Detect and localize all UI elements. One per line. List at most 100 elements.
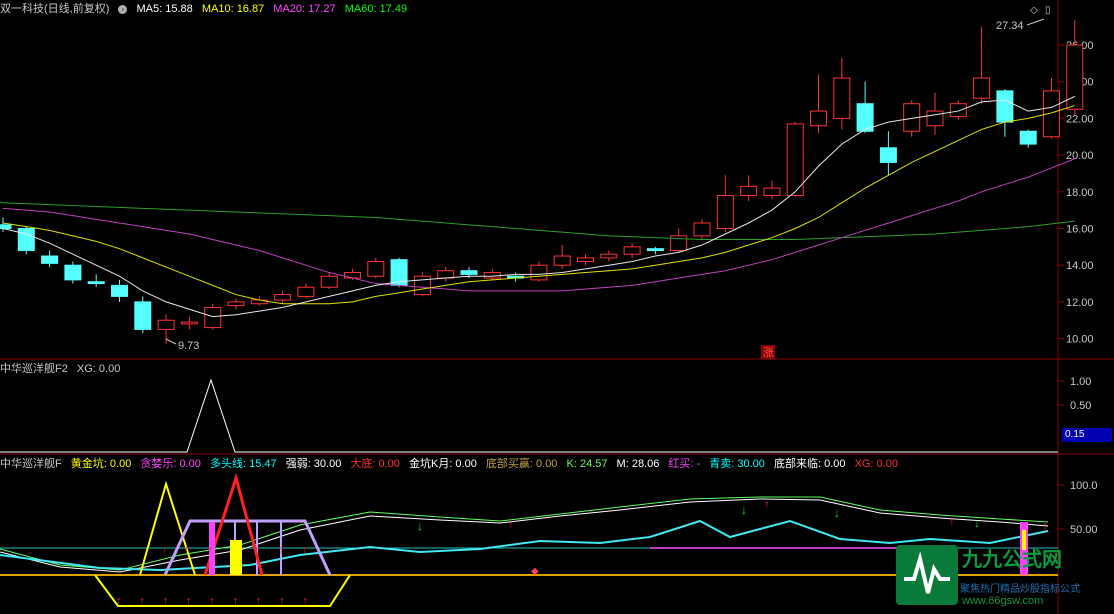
buy-arrow-icon: ↑ [279,544,285,556]
candle-body [17,228,35,252]
sell-arrow-icon: ↓ [741,503,747,517]
candle[interactable] [1019,129,1037,148]
candle[interactable] [553,245,571,269]
candle[interactable] [320,272,338,290]
candle-body [87,281,105,285]
ma60-line [2,202,1075,241]
candle[interactable] [763,180,781,200]
f-k-line [0,496,1049,571]
candle[interactable] [856,81,874,134]
candle-body [0,224,12,230]
buy-arrow-icon: ↑ [209,595,215,607]
f2-axis-1: 1.00 [1070,376,1091,388]
candle[interactable] [1066,20,1084,115]
price-axis-label: 18.00 [1066,187,1094,199]
diamond-icon[interactable]: ◇ [1030,5,1038,16]
candle-body [530,264,548,281]
candle-body [1019,130,1037,145]
candle-body [740,185,758,196]
candle-body [623,246,641,255]
f-axis-50: 50.00 [1070,524,1098,536]
candle[interactable] [367,257,385,279]
high-arrow-icon [1026,18,1045,26]
buy-arrow-icon: ↑ [302,595,308,607]
buy-arrow-icon: ↑ [139,595,145,607]
candle[interactable] [810,74,827,134]
candle[interactable] [740,175,758,201]
buy-arrow-icon: ↑ [1042,519,1048,533]
candle-body [856,103,874,132]
candle-body [64,264,82,281]
watermark-subtitle: 聚焦热门精品炒股指标公式 [960,584,1080,595]
candlestick-series[interactable] [0,20,1084,344]
candle[interactable] [949,100,967,121]
buy-arrow-icon: ↑ [163,595,169,607]
candle[interactable] [693,219,711,240]
buy-arrow-icon: ↑ [254,544,260,556]
candle[interactable] [530,261,548,282]
candle[interactable] [483,268,501,280]
chart-canvas[interactable]: 26.0024.0022.0020.0018.0016.0014.0012.00… [0,0,1114,614]
candle[interactable] [879,131,897,176]
candle[interactable] [646,246,664,255]
candle-body [460,270,478,275]
candle-body [879,147,897,163]
candle-body [1066,44,1084,110]
f-golden-pit-shape [94,574,351,607]
candle[interactable] [716,175,734,233]
candle-body [577,257,594,263]
candle[interactable] [227,298,245,310]
candle-body [786,123,804,196]
candle-body [134,301,152,330]
candle[interactable] [437,267,455,282]
candle[interactable] [973,26,991,104]
price-axis-label: 14.00 [1066,260,1094,272]
f-yellow-bar [230,540,242,575]
watermark-logo-icon [896,545,958,605]
candle-body [949,103,967,118]
buy-arrow-icon: ↑ [764,497,770,511]
price-axis-label: 16.00 [1066,224,1094,236]
ma60-line-lead [0,201,4,204]
candle-body [297,286,315,297]
buy-arrow-icon: ↑ [233,595,239,607]
candle[interactable] [670,228,688,253]
candle[interactable] [64,261,82,284]
candle[interactable] [41,250,59,268]
candle[interactable] [996,89,1014,137]
candle[interactable] [17,226,35,255]
candle[interactable] [297,283,315,299]
candle[interactable] [87,274,105,288]
buy-arrow-icon: ↑ [256,595,261,607]
watermark-title: 九九公式网 [962,549,1062,571]
f2-xg-line [0,378,1058,453]
buy-arrow-icon: ↑ [162,544,168,556]
candle-body [553,255,571,266]
candle[interactable] [577,254,594,266]
candle[interactable] [833,57,851,130]
candle-body [41,255,59,264]
candle-body [227,301,245,307]
sell-arrow-icon: ↓ [974,516,980,530]
low-price-label: 9.73 [178,340,199,352]
candle[interactable] [111,279,128,302]
price-axis-label: 10.00 [1066,334,1094,346]
candle[interactable] [600,250,618,262]
sell-arrow-icon: ↓ [417,519,423,533]
f-strength-line [0,519,1049,572]
buy-arrow-icon: ↑ [949,514,955,528]
buy-arrow-icon: ↑ [508,517,514,531]
candle-body [600,253,618,259]
candle[interactable] [623,243,641,258]
buy-arrow-icon: ↑ [186,595,192,607]
candle[interactable] [180,316,198,330]
price-axis: 26.0024.0022.0020.0018.0016.0014.0012.00… [0,40,1094,346]
price-axis-label: 12.00 [1066,297,1094,309]
expand-icon[interactable]: ▯ [1045,5,1051,16]
buy-arrow-icon: ↑ [208,544,214,556]
candle-body [716,194,734,229]
candle[interactable] [413,272,431,297]
f2-indicator-plot [0,378,1058,453]
candle[interactable] [134,296,152,334]
high-price-label: 27.34 [996,20,1024,32]
